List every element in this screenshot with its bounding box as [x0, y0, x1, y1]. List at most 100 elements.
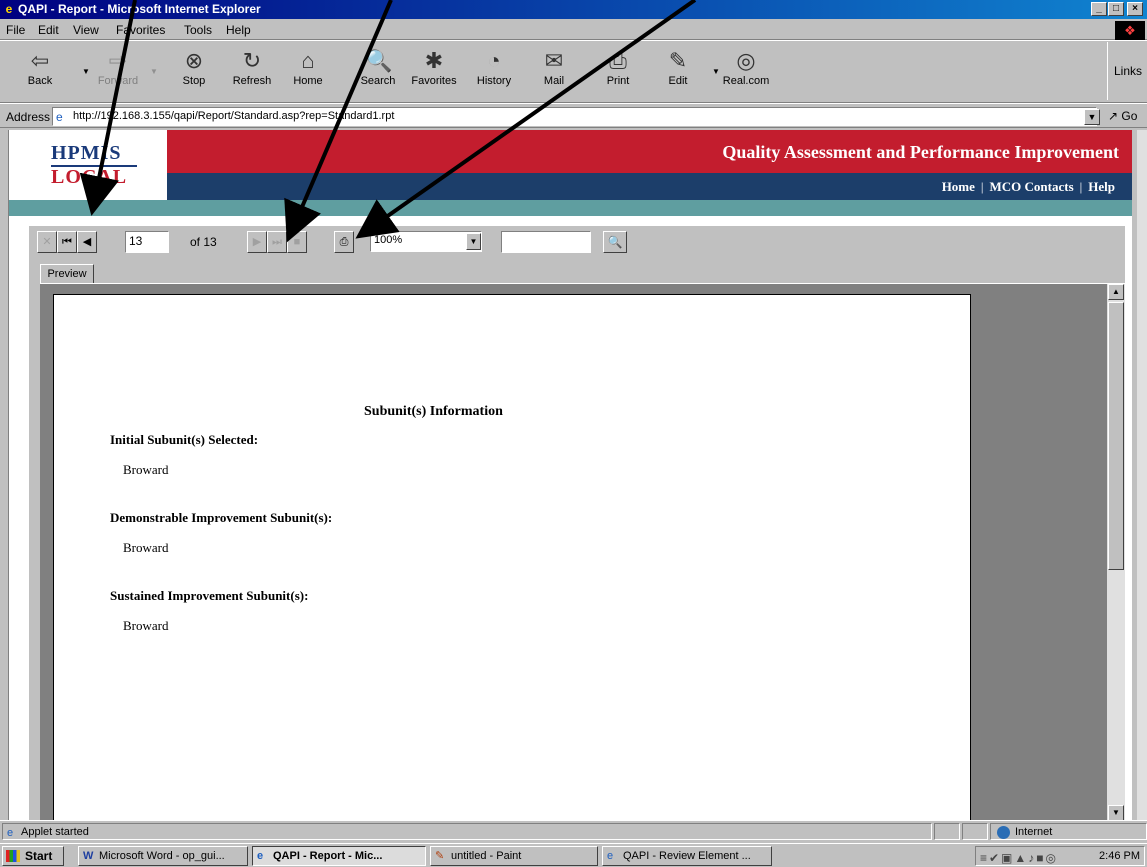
refresh-button[interactable]: ↻ Refresh — [226, 45, 278, 101]
window-title: QAPI - Report - Microsoft Internet Explo… — [18, 2, 261, 16]
go-arrow-icon: ↗ — [1108, 109, 1119, 123]
forward-dropdown-icon[interactable]: ▼ — [150, 67, 158, 76]
mail-icon: ✉ — [544, 48, 564, 73]
zone-panel: Internet — [990, 823, 1147, 840]
search-button[interactable]: 🔍 Search — [352, 45, 404, 101]
maximize-button[interactable]: □ — [1108, 2, 1124, 16]
stop-button[interactable]: ⊗ Stop — [168, 45, 220, 101]
windows-logo-icon: ❖ — [1115, 21, 1145, 41]
realplayer-icon: ◎ — [736, 48, 756, 73]
menu-favorites[interactable]: Favorites — [116, 23, 165, 37]
word-icon: W — [83, 850, 94, 862]
forward-arrow-icon: ⇨ — [108, 48, 128, 73]
address-bar: Address e http://192.168.3.155/qapi/Repo… — [0, 103, 1147, 128]
section-label: Initial Subunit(s) Selected: — [110, 432, 259, 447]
logo-top-text: HPMIS — [51, 142, 122, 164]
menu-tools[interactable]: Tools — [184, 23, 212, 37]
edit-pad-icon: ✎ — [668, 48, 688, 73]
preview-scrollbar[interactable]: ▲ ▼ — [1107, 284, 1125, 820]
stop-icon: ⊗ — [184, 48, 204, 73]
menu-file[interactable]: File — [6, 23, 25, 37]
windows-flag-icon — [6, 850, 20, 862]
home-button[interactable]: ⌂ Home — [282, 45, 334, 101]
nav-mco-contacts-link[interactable]: MCO Contacts — [990, 179, 1074, 194]
search-text-input[interactable] — [501, 231, 591, 253]
logo-bottom-text: LOCAL — [51, 166, 128, 188]
status-text: Applet started — [21, 826, 89, 838]
menu-view[interactable]: View — [73, 23, 99, 37]
task-paint[interactable]: ✎ untitled - Paint — [430, 846, 598, 866]
report-page: Subunit(s) Information Initial Subunit(s… — [53, 294, 971, 820]
first-page-button[interactable]: ⏮ — [57, 231, 77, 253]
report-heading: Subunit(s) Information — [364, 404, 503, 419]
favorites-folder-icon: ✱ — [424, 48, 444, 73]
minimize-button[interactable]: _ — [1091, 2, 1107, 16]
scroll-down-icon[interactable]: ▼ — [1108, 805, 1124, 820]
scroll-thumb[interactable] — [1108, 302, 1124, 570]
tab-preview[interactable]: Preview — [40, 264, 94, 284]
links-button[interactable]: Links — [1107, 42, 1147, 100]
preview-area: Subunit(s) Information Initial Subunit(s… — [40, 283, 1125, 820]
stop-loading-button[interactable]: ■ — [287, 231, 307, 253]
page-number-input[interactable]: 13 — [125, 231, 169, 253]
section-label: Sustained Improvement Subunit(s): — [110, 588, 309, 603]
zoom-dropdown-icon[interactable]: ▼ — [466, 233, 481, 250]
address-label: Address — [6, 110, 51, 124]
close-report-button[interactable]: ✕ — [37, 231, 57, 253]
edit-button[interactable]: ✎ Edit — [652, 45, 704, 101]
browser-scrollbar[interactable] — [1137, 130, 1147, 820]
header-banner: Quality Assessment and Performance Impro… — [167, 130, 1132, 173]
section-value: Broward — [123, 540, 169, 555]
standard-toolbar: ⇦ Back ▼ ⇨ Forward ▼ ⊗ Stop ↻ Refresh ⌂ … — [0, 40, 1147, 103]
print-report-button[interactable]: ⎙ — [334, 231, 354, 253]
title-bar: e QAPI - Report - Microsoft Internet Exp… — [0, 0, 1147, 19]
internet-globe-icon — [997, 826, 1010, 839]
favorites-button[interactable]: ✱ Favorites — [408, 45, 460, 101]
back-button[interactable]: ⇦ Back — [14, 45, 66, 101]
nav-links: Home | MCO Contacts | Help — [941, 179, 1115, 194]
start-button[interactable]: Start — [2, 846, 64, 866]
history-icon: ◔ — [487, 48, 501, 73]
forward-button[interactable]: ⇨ Forward — [92, 45, 144, 101]
search-binoculars-button[interactable]: 🔍 — [603, 231, 627, 253]
address-dropdown-icon[interactable]: ▼ — [1084, 109, 1100, 125]
address-input[interactable]: e http://192.168.3.155/qapi/Report/Stand… — [52, 107, 1097, 126]
task-word[interactable]: W Microsoft Word - op_gui... — [78, 846, 248, 866]
menu-bar: File Edit View Favorites Tools Help — [0, 19, 1147, 40]
section-value: Broward — [123, 618, 169, 633]
task-qapi-report[interactable]: e QAPI - Report - Mic... — [252, 846, 426, 866]
menu-help[interactable]: Help — [226, 23, 251, 37]
history-button[interactable]: ◔ History — [468, 45, 520, 101]
close-button[interactable]: × — [1127, 2, 1143, 16]
search-globe-icon: 🔍 — [365, 48, 393, 73]
status-text-panel: e Applet started — [2, 823, 932, 840]
system-tray: ≡✔▣▲♪■◎ 2:46 PM — [975, 846, 1145, 866]
edit-dropdown-icon[interactable]: ▼ — [712, 67, 720, 76]
menu-edit[interactable]: Edit — [38, 23, 59, 37]
section-label: Demonstrable Improvement Subunit(s): — [110, 510, 333, 525]
section-value: Broward — [123, 462, 169, 477]
nav-home-link[interactable]: Home — [942, 179, 975, 194]
page-count-label: of 13 — [190, 235, 217, 249]
go-button[interactable]: ↗ Go — [1108, 109, 1147, 125]
nav-help-link[interactable]: Help — [1088, 179, 1115, 194]
realcom-button[interactable]: ◎ Real.com — [720, 45, 772, 101]
taskbar: Start W Microsoft Word - op_gui... e QAP… — [0, 843, 1147, 867]
last-page-button[interactable]: ⏭ — [267, 231, 287, 253]
ie-icon: e — [607, 850, 614, 862]
ie-icon: e — [5, 2, 13, 16]
task-qapi-review[interactable]: e QAPI - Review Element ... — [602, 846, 772, 866]
printer-icon: ⎙ — [339, 236, 349, 248]
mail-button[interactable]: ✉ Mail — [528, 45, 580, 101]
home-icon: ⌂ — [301, 48, 315, 73]
clock[interactable]: 2:46 PM — [1099, 847, 1140, 865]
tray-icons[interactable]: ≡✔▣▲♪■◎ — [980, 849, 1058, 867]
back-dropdown-icon[interactable]: ▼ — [82, 67, 90, 76]
status-panel — [934, 823, 960, 840]
printer-icon: ⎙ — [609, 48, 627, 73]
print-button[interactable]: ⎙ Print — [592, 45, 644, 101]
next-page-button[interactable]: ▶ — [247, 231, 267, 253]
scroll-up-icon[interactable]: ▲ — [1108, 284, 1124, 300]
previous-page-button[interactable]: ◀ — [77, 231, 97, 253]
page-icon: e — [56, 110, 63, 124]
